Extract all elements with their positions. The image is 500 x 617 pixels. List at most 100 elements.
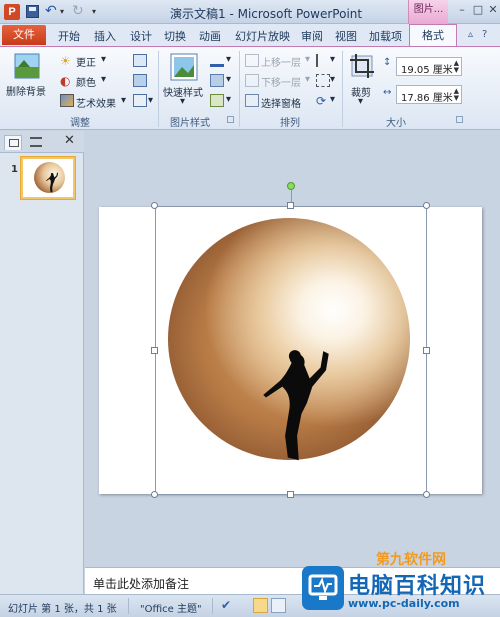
slide-count-status: 幻灯片 第 1 张，共 1 张 <box>8 604 117 615</box>
resize-handle-bottom[interactable] <box>287 491 294 498</box>
crop-dropdown-icon[interactable]: ▾ <box>358 96 363 107</box>
tab-view[interactable]: 视图 <box>335 28 357 44</box>
tab-format[interactable]: 格式 <box>409 24 457 47</box>
corrections-icon[interactable]: ☀ <box>60 54 74 68</box>
help-icon[interactable]: ? <box>482 29 487 40</box>
crop-icon[interactable] <box>349 53 375 79</box>
send-backward-dropdown-icon: ▾ <box>305 74 311 85</box>
rotate-icon[interactable]: ⟳ <box>316 94 330 108</box>
notes-placeholder[interactable]: 单击此处添加备注 <box>93 575 189 592</box>
tab-animations[interactable]: 动画 <box>199 28 221 44</box>
corrections-button[interactable]: 更正 <box>76 54 96 69</box>
picture-layout-icon[interactable] <box>210 94 224 107</box>
width-value: 17.86 厘米 <box>401 93 453 104</box>
quick-styles-icon[interactable] <box>170 53 198 81</box>
customize-toolbar-icon[interactable]: ▾ <box>92 7 96 16</box>
rotate-dropdown-icon[interactable]: ▾ <box>330 94 335 105</box>
size-launcher-icon[interactable] <box>456 116 463 123</box>
resize-handle-left[interactable] <box>151 347 158 354</box>
save-icon[interactable] <box>26 5 39 18</box>
picture-effects-dropdown-icon[interactable]: ▾ <box>226 74 231 85</box>
artistic-effects-dropdown-icon[interactable]: ▾ <box>121 95 126 106</box>
artistic-effects-icon[interactable] <box>60 94 74 107</box>
height-down-icon[interactable]: ▼ <box>454 67 459 74</box>
undo-icon[interactable]: ↶ <box>45 3 57 19</box>
color-icon[interactable]: ◐ <box>60 74 74 88</box>
width-input[interactable]: 17.86 厘米 ▲ ▼ <box>396 85 462 104</box>
tab-addins[interactable]: 加载项 <box>369 28 402 44</box>
pane-tabs: ✕ <box>0 131 84 153</box>
minimize-ribbon-icon[interactable]: ▵ <box>468 29 473 40</box>
powerpoint-app-icon[interactable]: P <box>4 4 20 20</box>
corrections-dropdown-icon[interactable]: ▾ <box>101 54 106 65</box>
tab-insert[interactable]: 插入 <box>94 28 116 44</box>
group-divider <box>342 51 343 127</box>
height-value: 19.05 厘米 <box>401 65 453 76</box>
compress-pictures-icon[interactable] <box>133 54 147 67</box>
title-bar: P ↶ ▾ ↻ ▾ 演示文稿1 - Microsoft PowerPoint 图… <box>0 0 500 24</box>
tab-review[interactable]: 审阅 <box>301 28 323 44</box>
undo-dropdown-icon[interactable]: ▾ <box>60 7 64 16</box>
tab-transitions[interactable]: 切换 <box>164 28 186 44</box>
group-objects-icon[interactable] <box>316 74 330 87</box>
picture-styles-launcher-icon[interactable] <box>227 116 234 123</box>
tab-design[interactable]: 设计 <box>130 28 152 44</box>
bring-forward-button: 上移一层 <box>261 58 301 69</box>
reset-picture-icon[interactable] <box>133 94 147 107</box>
tab-slideshow[interactable]: 幻灯片放映 <box>235 28 290 44</box>
change-picture-icon[interactable] <box>133 74 147 87</box>
minimize-icon[interactable]: – <box>454 2 470 18</box>
bring-forward-icon <box>245 54 259 67</box>
resize-handle-top-left[interactable] <box>151 202 158 209</box>
close-pane-icon[interactable]: ✕ <box>64 133 75 148</box>
slide-sorter-view-icon[interactable] <box>271 598 286 613</box>
status-divider <box>212 598 213 614</box>
quick-styles-dropdown-icon[interactable]: ▾ <box>180 96 185 107</box>
group-divider <box>239 51 240 127</box>
picture-layout-dropdown-icon[interactable]: ▾ <box>226 94 231 105</box>
arrange-group-label: 排列 <box>280 118 300 129</box>
align-dropdown-icon[interactable]: ▾ <box>330 54 335 65</box>
tab-file[interactable]: 文件 <box>2 25 46 45</box>
group-divider <box>158 51 159 127</box>
slide-number: 1 <box>11 164 18 175</box>
height-input[interactable]: 19.05 厘米 ▲ ▼ <box>396 57 462 76</box>
selection-pane-button[interactable]: 选择窗格 <box>261 95 301 110</box>
window-title: 演示文稿1 - Microsoft PowerPoint <box>170 7 363 21</box>
slides-tab-icon[interactable] <box>4 135 22 150</box>
selection-pane-icon[interactable] <box>245 94 259 107</box>
resize-handle-right[interactable] <box>423 347 430 354</box>
width-down-icon[interactable]: ▼ <box>454 95 459 102</box>
picture-border-dropdown-icon[interactable]: ▾ <box>226 54 231 65</box>
color-dropdown-icon[interactable]: ▾ <box>101 74 106 85</box>
redo-icon[interactable]: ↻ <box>72 3 84 19</box>
resize-handle-bottom-right[interactable] <box>423 491 430 498</box>
spelling-check-icon[interactable]: ✔ <box>221 598 231 612</box>
rotation-handle[interactable] <box>287 182 295 190</box>
resize-handle-top-right[interactable] <box>423 202 430 209</box>
artistic-effects-button[interactable]: 艺术效果 <box>76 95 116 110</box>
close-icon[interactable]: ✕ <box>485 2 500 18</box>
outline-tab-icon[interactable] <box>30 137 42 147</box>
slide-editor <box>85 131 500 567</box>
tab-home[interactable]: 开始 <box>58 28 80 44</box>
theme-status[interactable]: "Office 主题" <box>140 600 202 615</box>
remove-background-label[interactable]: 删除背景 <box>6 83 46 98</box>
picture-border-icon[interactable] <box>210 54 224 67</box>
resize-handle-bottom-left[interactable] <box>151 491 158 498</box>
size-group-label: 大小 <box>386 118 406 129</box>
ribbon-tab-row: 文件 开始 插入 设计 切换 动画 幻灯片放映 审阅 视图 加载项 格式 ▵ ? <box>0 24 500 47</box>
slide-thumbnail[interactable] <box>21 157 75 199</box>
picture-effects-icon[interactable] <box>210 74 224 87</box>
status-divider <box>128 598 129 614</box>
normal-view-icon[interactable] <box>253 598 268 613</box>
reset-picture-dropdown-icon[interactable]: ▾ <box>148 95 153 106</box>
maximize-icon[interactable]: □ <box>470 2 486 18</box>
color-button[interactable]: 颜色 <box>76 74 96 89</box>
remove-background-icon[interactable] <box>14 53 40 79</box>
selection-frame <box>155 206 427 495</box>
watermark-brand-small: 第九软件网 <box>376 552 446 568</box>
group-dropdown-icon[interactable]: ▾ <box>330 74 335 85</box>
resize-handle-top[interactable] <box>287 202 294 209</box>
align-icon[interactable] <box>316 54 330 67</box>
